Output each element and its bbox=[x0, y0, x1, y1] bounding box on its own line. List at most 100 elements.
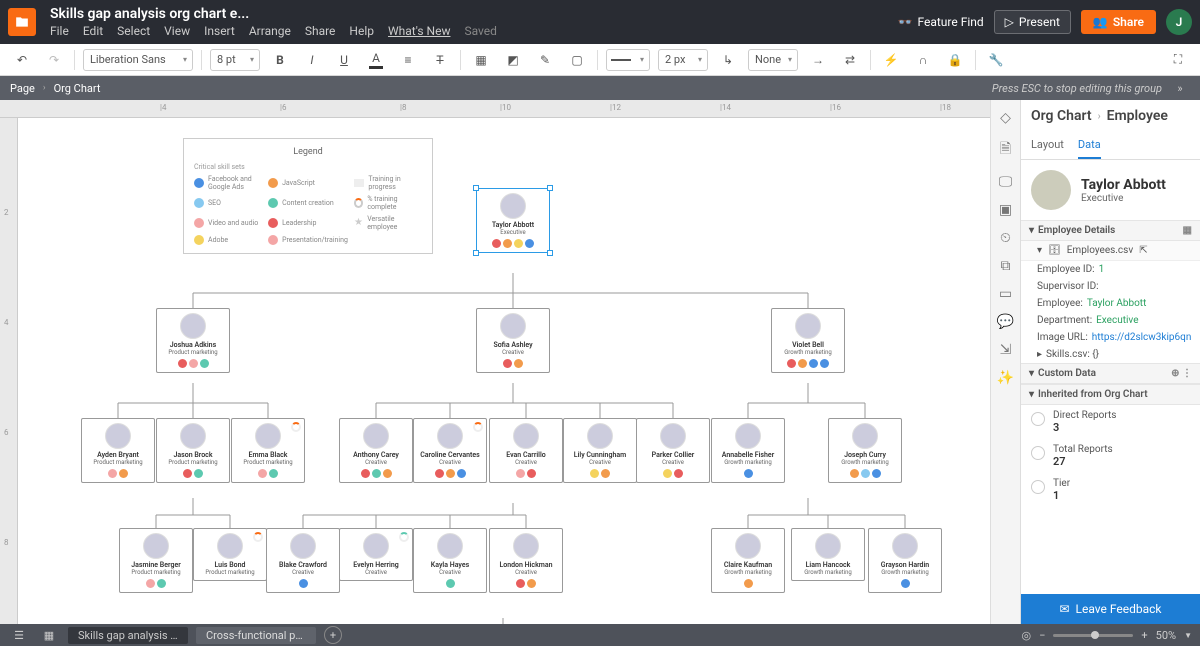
zoom-level[interactable]: 50% bbox=[1156, 629, 1176, 642]
menu-view[interactable]: View bbox=[164, 24, 190, 38]
grid-view-icon[interactable]: ▦ bbox=[38, 626, 60, 644]
tab-layout[interactable]: Layout bbox=[1031, 132, 1064, 159]
section-employee-details[interactable]: ▾Employee Details▦ bbox=[1021, 220, 1200, 241]
page-tab[interactable]: Cross-functional proj... bbox=[196, 627, 316, 644]
org-card[interactable]: Luis BondProduct marketing bbox=[193, 528, 267, 581]
note-icon[interactable]: 🗎 bbox=[1000, 138, 1011, 162]
menu-help[interactable]: Help bbox=[349, 24, 374, 38]
list-view-icon[interactable]: ☰ bbox=[8, 626, 30, 644]
org-card[interactable]: Annabelle FisherGrowth marketing bbox=[711, 418, 785, 483]
settings-icon[interactable]: 🔧 bbox=[984, 48, 1008, 72]
org-card[interactable]: Parker CollierCreative bbox=[636, 418, 710, 483]
org-card[interactable]: Jasmine BergerProduct marketing bbox=[119, 528, 193, 593]
shape-style-button[interactable]: ▢ bbox=[565, 48, 589, 72]
org-card[interactable]: Emma BlackProduct marketing bbox=[231, 418, 305, 483]
org-card[interactable]: Blake CrawfordCreative bbox=[266, 528, 340, 593]
font-select[interactable]: Liberation Sans bbox=[83, 49, 193, 71]
screen-icon[interactable]: ▭ bbox=[999, 286, 1012, 302]
monitor-icon[interactable]: 🖵 bbox=[999, 174, 1013, 190]
layers-icon[interactable]: ⧉ bbox=[1001, 258, 1011, 274]
org-card[interactable]: Kayla HayesCreative bbox=[413, 528, 487, 593]
clear-format-button[interactable]: T bbox=[428, 48, 452, 72]
menu-edit[interactable]: Edit bbox=[83, 24, 103, 38]
magnet-button[interactable]: ∩ bbox=[911, 48, 935, 72]
document-title[interactable]: Skills gap analysis org chart e... bbox=[50, 6, 497, 22]
menu-file[interactable]: File bbox=[50, 24, 69, 38]
redo-button[interactable]: ↷ bbox=[42, 48, 66, 72]
add-icon[interactable]: ⊕ ⋮ bbox=[1171, 368, 1192, 379]
zoom-slider[interactable] bbox=[1053, 634, 1133, 637]
org-card[interactable]: Evelyn HerringCreative bbox=[339, 528, 413, 581]
org-card[interactable]: Caroline CervantesCreative bbox=[413, 418, 487, 483]
fill-button[interactable]: ▦ bbox=[469, 48, 493, 72]
menu-whats-new[interactable]: What's New bbox=[388, 24, 450, 38]
present-button[interactable]: ▷ Present bbox=[994, 10, 1071, 34]
org-card[interactable]: Liam HancockGrowth marketing bbox=[791, 528, 865, 581]
line-route-button[interactable]: ↳ bbox=[716, 48, 740, 72]
breadcrumb-page[interactable]: Page bbox=[10, 82, 35, 95]
page-tab-active[interactable]: Skills gap analysis or... bbox=[68, 627, 188, 644]
target-icon[interactable]: ◎ bbox=[1022, 629, 1032, 642]
slides-icon[interactable]: ▣ bbox=[999, 202, 1012, 218]
org-card[interactable]: Sofia AshleyCreative bbox=[476, 308, 550, 373]
data-source-row[interactable]: ▾🗄Employees.csv⇱ bbox=[1021, 241, 1200, 261]
menu-select[interactable]: Select bbox=[117, 24, 150, 38]
align-button[interactable]: ≡ bbox=[396, 48, 420, 72]
legend-box[interactable]: Legend Critical skill sets Facebook and … bbox=[183, 138, 433, 254]
org-card[interactable]: Violet BellGrowth marketing bbox=[771, 308, 845, 373]
user-avatar[interactable]: J bbox=[1166, 9, 1192, 35]
section-inherited[interactable]: ▾Inherited from Org Chart bbox=[1021, 384, 1200, 405]
wand-icon[interactable]: ✨ bbox=[997, 370, 1014, 386]
line-style-select[interactable] bbox=[606, 49, 650, 71]
org-card[interactable]: Joseph CurryGrowth marketing bbox=[828, 418, 902, 483]
share-button[interactable]: 👥 Share bbox=[1081, 10, 1156, 34]
arrow-end-button[interactable]: → bbox=[806, 48, 830, 72]
app-logo[interactable] bbox=[8, 8, 36, 36]
arrow-select[interactable]: None bbox=[748, 49, 798, 71]
org-card[interactable]: Ayden BryantProduct marketing bbox=[81, 418, 155, 483]
org-card[interactable]: Jason BrockProduct marketing bbox=[156, 418, 230, 483]
undo-button[interactable]: ↶ bbox=[10, 48, 34, 72]
org-card[interactable]: Evan CarrilloCreative bbox=[489, 418, 563, 483]
grid-icon[interactable]: ▦ bbox=[1183, 225, 1192, 236]
fullscreen-button[interactable]: ⛶ bbox=[1166, 48, 1190, 72]
line-color-button[interactable]: ✎ bbox=[533, 48, 557, 72]
underline-button[interactable]: U bbox=[332, 48, 356, 72]
expand-breadcrumb-icon[interactable]: » bbox=[1170, 82, 1190, 95]
comment-icon[interactable]: 💬 bbox=[997, 314, 1014, 330]
saved-indicator: Saved bbox=[464, 24, 496, 38]
org-card[interactable]: Lily CunninghamCreative bbox=[563, 418, 637, 483]
org-card[interactable]: Grayson HardinGrowth marketing bbox=[868, 528, 942, 593]
section-custom-data[interactable]: ▾Custom Data⊕ ⋮ bbox=[1021, 363, 1200, 384]
breadcrumb-node[interactable]: Org Chart bbox=[54, 82, 101, 95]
feature-find-button[interactable]: 👓 Feature Find bbox=[898, 15, 984, 29]
org-card[interactable]: London HickmanCreative bbox=[489, 528, 563, 593]
action-button[interactable]: ⚡ bbox=[879, 48, 903, 72]
line-width-select[interactable]: 2 px bbox=[658, 49, 708, 71]
add-page-button[interactable]: + bbox=[324, 626, 342, 644]
font-size-select[interactable]: 8 pt bbox=[210, 49, 260, 71]
text-color-button[interactable]: A bbox=[364, 48, 388, 72]
zoom-plus[interactable]: + bbox=[1141, 629, 1147, 642]
history-icon[interactable]: ⏲ bbox=[1000, 230, 1011, 246]
italic-button[interactable]: I bbox=[300, 48, 324, 72]
menu-share[interactable]: Share bbox=[305, 24, 336, 38]
org-card[interactable]: Anthony CareyCreative bbox=[339, 418, 413, 483]
bold-button[interactable]: B bbox=[268, 48, 292, 72]
lock-button[interactable]: 🔒 bbox=[943, 48, 967, 72]
swap-button[interactable]: ⇄ bbox=[838, 48, 862, 72]
menu-arrange[interactable]: Arrange bbox=[249, 24, 291, 38]
border-button[interactable]: ◩ bbox=[501, 48, 525, 72]
menu-insert[interactable]: Insert bbox=[204, 24, 235, 38]
zoom-minus[interactable]: − bbox=[1039, 629, 1045, 642]
org-card[interactable]: Claire KaufmanGrowth marketing bbox=[711, 528, 785, 593]
org-card[interactable]: Joshua AdkinsProduct marketing bbox=[156, 308, 230, 373]
crop-icon[interactable]: ◇ bbox=[1000, 110, 1011, 126]
open-icon[interactable]: ⇱ bbox=[1139, 245, 1147, 256]
link-icon[interactable]: ⇲ bbox=[1000, 342, 1012, 358]
diagram-canvas[interactable]: Legend Critical skill sets Facebook and … bbox=[18, 118, 990, 624]
leave-feedback-button[interactable]: ✉Leave Feedback bbox=[1021, 594, 1200, 624]
org-card-taylor-abbott[interactable]: Taylor Abbott Executive bbox=[476, 188, 550, 253]
tab-data[interactable]: Data bbox=[1078, 132, 1101, 159]
chevron-down-icon[interactable]: ▼ bbox=[1184, 631, 1192, 640]
